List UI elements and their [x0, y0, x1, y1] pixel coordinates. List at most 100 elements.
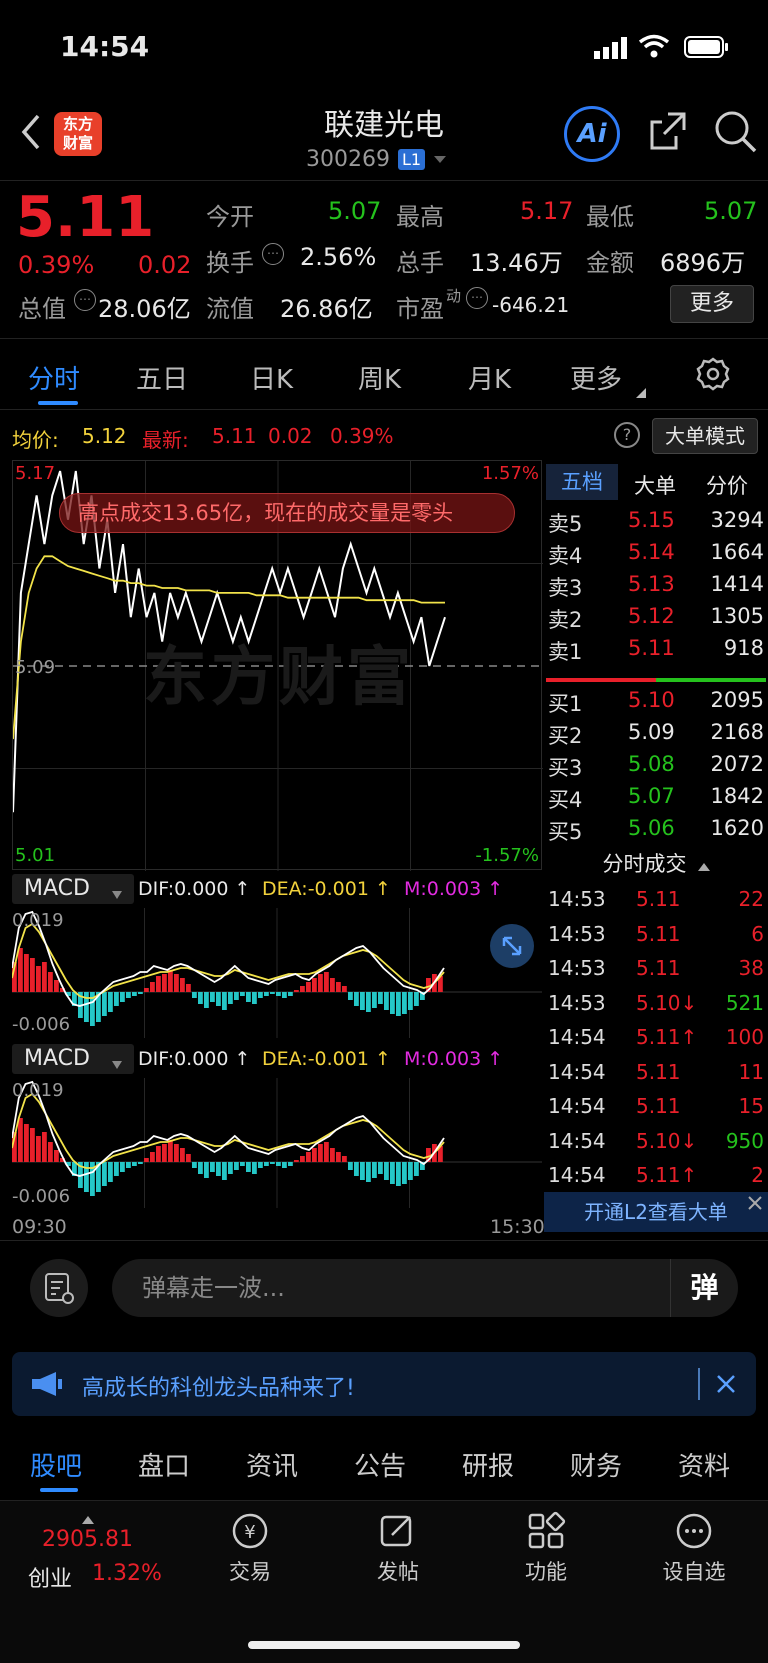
l2-banner[interactable]: 开通L2查看大单 — [544, 1192, 768, 1232]
macd-selector[interactable]: MACD — [12, 1044, 134, 1074]
macd-histogram-bar — [168, 970, 173, 992]
low-label: 最低 — [586, 203, 634, 231]
trades-header[interactable]: 分时成交 — [544, 848, 768, 882]
add-watchlist-button[interactable]: 设自选 — [654, 1511, 734, 1586]
more-button[interactable]: 更多 — [670, 285, 754, 323]
macd-dea: DEA:-0.001 ↑ — [262, 1048, 391, 1070]
info-icon[interactable]: ⋯ — [74, 289, 96, 311]
help-icon[interactable]: ? — [614, 422, 640, 448]
macd-histogram-bar — [102, 992, 107, 1016]
macd-histogram-bar — [318, 1144, 323, 1162]
amount-label: 金额 — [586, 249, 634, 277]
macd-histogram-bar — [402, 992, 407, 1014]
tab-research[interactable]: 研报 — [462, 1446, 514, 1483]
macd-panel-2[interactable]: MACD DIF:0.000 ↑ DEA:-0.001 ↑ M:0.003 ↑ … — [12, 1042, 542, 1214]
post-button[interactable]: 发帖 — [358, 1511, 438, 1586]
tab-daily-k[interactable]: 日K — [250, 359, 293, 396]
ask-row[interactable]: 卖1 5.11 918 — [544, 634, 768, 666]
ai-button[interactable]: Ai — [564, 106, 620, 162]
high-value: 5.17 — [520, 197, 574, 225]
macd-histogram-bar — [126, 1162, 131, 1168]
pct-axis-top: 1.57% — [481, 463, 539, 484]
tab-five-levels[interactable]: 五档 — [546, 464, 618, 500]
tab-announcements[interactable]: 公告 — [354, 1446, 406, 1483]
macd-histogram-bar — [30, 1128, 35, 1162]
macd-selector[interactable]: MACD — [12, 874, 134, 904]
danmu-icon[interactable]: 弹 — [670, 1259, 738, 1317]
macd-histogram-bar — [234, 992, 239, 1000]
macd-histogram-bar — [156, 1146, 161, 1162]
bid-volume: 1620 — [710, 816, 764, 840]
close-icon[interactable] — [714, 1372, 738, 1396]
function-button[interactable]: 功能 — [506, 1511, 586, 1586]
tab-forum[interactable]: 股吧 — [30, 1446, 82, 1483]
search-icon[interactable] — [714, 110, 758, 154]
macd-histogram-bar — [270, 992, 275, 994]
bid-ask-bar — [546, 678, 766, 682]
change-value: 0.02 — [138, 251, 192, 279]
comment-bar: 弹幕走一波... 弹 — [0, 1241, 768, 1331]
macd-histogram-bar — [186, 1154, 191, 1162]
tab-weekly-k[interactable]: 周K — [358, 359, 401, 396]
bid-volume: 2095 — [710, 688, 764, 712]
comment-input[interactable]: 弹幕走一波... — [112, 1259, 738, 1317]
section-tabs: 股吧 盘口 资讯 公告 研报 财务 资料 — [0, 1430, 768, 1500]
ask-volume: 1305 — [710, 604, 764, 628]
macd-dif: DIF:0.000 ↑ — [138, 1048, 251, 1070]
ask-price: 5.12 — [628, 604, 675, 628]
info-icon[interactable]: ⋯ — [262, 243, 284, 265]
bid-row[interactable]: 买2 5.09 2168 — [544, 718, 768, 750]
tab-news[interactable]: 资讯 — [246, 1446, 298, 1483]
big-order-mode-button[interactable]: 大单模式 — [652, 418, 758, 454]
function-label: 功能 — [525, 1560, 567, 1584]
bid-row[interactable]: 买1 5.10 2095 — [544, 686, 768, 718]
expand-icon[interactable] — [490, 924, 534, 968]
tab-five-day[interactable]: 五日 — [136, 359, 188, 396]
tab-price-dist[interactable]: 分价 — [706, 470, 748, 500]
ask-label: 卖5 — [548, 512, 583, 536]
bid-row[interactable]: 买4 5.07 1842 — [544, 782, 768, 814]
tab-profile[interactable]: 资料 — [678, 1446, 730, 1483]
mcap-value: 28.06亿 — [98, 295, 191, 323]
comment-settings-icon[interactable] — [30, 1259, 88, 1317]
macd-histogram-bar — [48, 972, 53, 992]
macd-histogram-bar — [198, 1162, 203, 1174]
bid-volume: 1842 — [710, 784, 764, 808]
ask-row[interactable]: 卖4 5.14 1664 — [544, 538, 768, 570]
tab-big-orders[interactable]: 大单 — [634, 470, 676, 500]
ask-label: 卖2 — [548, 608, 583, 632]
bottom-toolbar: 2905.81 创业 1.32% ¥ 交易 发帖 功能 设自选 — [0, 1501, 768, 1663]
macd-histogram-bar — [180, 978, 185, 992]
tab-market-depth[interactable]: 盘口 — [138, 1446, 190, 1483]
close-icon[interactable] — [746, 1194, 764, 1212]
ask-volume: 918 — [723, 636, 764, 660]
ask-price: 5.11 — [628, 636, 675, 660]
ask-label: 卖3 — [548, 576, 583, 600]
macd-histogram-bar — [288, 1162, 293, 1166]
share-icon[interactable] — [648, 110, 688, 152]
stock-code-row[interactable]: 300269 L1 — [306, 144, 447, 174]
index-widget[interactable]: 2905.81 创业 1.32% — [20, 1505, 170, 1595]
macd-histogram-bar — [18, 1118, 23, 1162]
settings-icon[interactable] — [696, 357, 730, 391]
notice-banner[interactable]: 高成长的科创龙头品种来了! — [12, 1352, 756, 1416]
tab-more[interactable]: 更多 — [570, 359, 622, 396]
bid-row[interactable]: 买3 5.08 2072 — [544, 750, 768, 782]
bid-row[interactable]: 买5 5.06 1620 — [544, 814, 768, 846]
ask-row[interactable]: 卖3 5.13 1414 — [544, 570, 768, 602]
ask-row[interactable]: 卖2 5.12 1305 — [544, 602, 768, 634]
ask-row[interactable]: 卖5 5.15 3294 — [544, 506, 768, 538]
tab-intraday[interactable]: 分时 — [28, 359, 80, 396]
info-icon[interactable]: ⋯ — [466, 287, 488, 309]
macd-panel-1[interactable]: MACD DIF:0.000 ↑ DEA:-0.001 ↑ M:0.003 ↑ … — [12, 872, 542, 1040]
macd-histogram-bar — [36, 1136, 41, 1162]
megaphone-icon — [30, 1370, 64, 1398]
intraday-chart[interactable]: 东方财富 5.17 5.09 5.01 1.57% -1.57% 高点成交13.… — [12, 460, 543, 871]
trade-button[interactable]: ¥ 交易 — [210, 1511, 290, 1586]
callout-bubble[interactable]: 高点成交13.65亿，现在的成交量是零头 — [59, 493, 515, 533]
tab-financials[interactable]: 财务 — [570, 1446, 622, 1483]
trade-time: 14:54 — [548, 1025, 606, 1049]
macd-y-bottom: -0.006 — [12, 1014, 71, 1035]
macd-histogram-bar — [108, 992, 113, 1012]
tab-monthly-k[interactable]: 月K — [468, 359, 511, 396]
